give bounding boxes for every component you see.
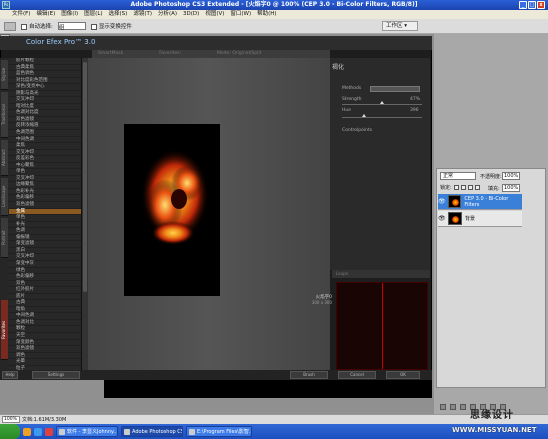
plugin-toolbar-item[interactable]: SmartMask <box>98 50 123 58</box>
opacity-label: 不透明度: <box>480 174 502 180</box>
menu-item[interactable]: 3D(D) <box>183 10 199 19</box>
loupe-divider <box>382 283 383 369</box>
link-layers-icon[interactable] <box>440 404 446 410</box>
show-transform-option[interactable]: 显示变换控件 <box>90 22 132 30</box>
menu-item[interactable]: 滤镜(T) <box>133 10 152 19</box>
opacity-input[interactable]: 100% <box>502 172 520 180</box>
tab-stylize[interactable]: Stylize <box>1 60 8 90</box>
auto-select-dropdown[interactable]: 组 <box>57 22 86 31</box>
category-tabs: Stylize Traditional Abstract Landscape Portr… <box>0 58 9 380</box>
plugin-toolbar-item[interactable]: Mode: Original/Split <box>217 50 261 58</box>
layer-name: 背景 <box>465 216 476 222</box>
brush-button[interactable]: Brush <box>290 371 328 379</box>
cancel-button[interactable]: Cancel <box>338 371 376 379</box>
loupe-header[interactable]: Loupe <box>332 270 430 278</box>
scrollbar-thumb[interactable] <box>83 62 87 292</box>
help-button[interactable]: Help <box>2 371 18 379</box>
menu-item[interactable]: 图层(L) <box>84 10 102 19</box>
lock-transparency-icon[interactable] <box>453 185 459 190</box>
visibility-eye-icon[interactable]: 👁 <box>438 215 446 222</box>
menu-bar: 文件(F) 编辑(E) 图像(I) 图层(L) 选择(S) 滤镜(T) 分析(A) 3D(D)… <box>0 10 548 19</box>
visibility-eye-icon[interactable]: 👁 <box>438 198 446 205</box>
filter-name: 褐化 <box>332 64 345 71</box>
canvas-shadow <box>104 380 432 398</box>
menu-item[interactable]: 文件(F) <box>12 10 30 19</box>
strength-value: 47% <box>410 97 421 102</box>
fill-input[interactable]: 100% <box>502 184 520 192</box>
menu-item[interactable]: 帮助(H) <box>257 10 276 19</box>
plugin-toolbar: SmartMask Favorites: Mode: Original/Split <box>92 50 330 58</box>
maximize-button[interactable]: □ <box>528 1 536 9</box>
taskbar-item[interactable]: E:\Program Files\影智... <box>186 426 252 437</box>
layer-thumbnail <box>448 195 462 208</box>
minimize-button[interactable]: _ <box>519 1 527 9</box>
taskbar-item[interactable]: 软件 - 李显义Johnny... <box>56 426 118 437</box>
method-label: Methods <box>342 86 362 91</box>
watermark-url: WWW.MISSYUAN.NET <box>452 426 537 434</box>
layer-mask-icon[interactable] <box>460 404 466 410</box>
hue-value: 396 <box>410 108 419 113</box>
loupe-view <box>336 282 428 370</box>
quicklaunch-icon[interactable] <box>45 427 53 436</box>
strength-slider[interactable] <box>342 104 422 105</box>
fire-text-image <box>125 125 219 295</box>
layer-name: CEP 3.0 - Bi-Color Filters <box>464 195 509 208</box>
taskbar-item[interactable]: Adobe Photoshop CS3... <box>121 426 183 437</box>
plugin-title: Color Efex Pro™ 3.0 <box>26 38 96 46</box>
lock-label: 锁定: <box>440 185 452 191</box>
tab-favorites[interactable]: Favorites <box>1 300 8 360</box>
quicklaunch-icon[interactable] <box>34 427 42 436</box>
hue-slider[interactable] <box>342 117 422 118</box>
workspace-dropdown[interactable]: 工作区 ▾ <box>382 21 418 31</box>
lock-controls: 锁定: <box>440 184 480 191</box>
menu-item[interactable]: 分析(A) <box>158 10 177 19</box>
document-size: 文档:1.61M/3.30M <box>22 417 67 423</box>
layer-row[interactable]: 👁 CEP 3.0 - Bi-Color Filters <box>438 194 522 210</box>
start-button[interactable] <box>0 424 20 439</box>
photoshop-logo-icon: Ps <box>2 1 10 9</box>
lock-pixels-icon[interactable] <box>460 185 466 190</box>
tab-portrait[interactable]: Portrait <box>1 218 8 258</box>
window-title: Adobe Photoshop CS3 Extended - [火焰字0 @ 1… <box>130 1 418 8</box>
menu-item[interactable]: 编辑(E) <box>36 10 55 19</box>
move-tool-icon[interactable] <box>4 21 16 31</box>
strength-slider-knob[interactable] <box>380 101 384 104</box>
settings-button[interactable]: Settings <box>32 371 80 379</box>
ok-button[interactable]: OK <box>386 371 420 379</box>
menu-item[interactable]: 图像(I) <box>61 10 78 19</box>
lock-all-icon[interactable] <box>474 185 480 190</box>
close-button[interactable]: x <box>537 1 545 9</box>
quicklaunch-icon[interactable] <box>23 427 31 436</box>
method-dropdown[interactable] <box>370 86 420 92</box>
window-title-bar: Adobe Photoshop CS3 Extended - [火焰字0 @ 1… <box>0 0 548 10</box>
watermark-title: 思缘设计 <box>470 410 514 421</box>
hue-label: Hue <box>342 108 352 113</box>
tab-landscape[interactable]: Landscape <box>1 178 8 216</box>
status-bar: 文档:1.61M/3.30M <box>0 414 548 424</box>
layer-thumbnail <box>448 212 462 225</box>
fill-label: 填充: <box>488 186 500 192</box>
control-points-label: Controlpoints <box>342 128 373 133</box>
strength-label: Strength <box>342 97 362 102</box>
menu-item[interactable]: 视图(V) <box>205 10 224 19</box>
tab-traditional[interactable]: Traditional <box>1 92 8 138</box>
options-bar: 自动选择: 组 显示变换控件 <box>0 19 548 34</box>
layer-style-icon[interactable] <box>450 404 456 410</box>
blend-mode-dropdown[interactable]: 正常 <box>440 172 476 180</box>
layer-row[interactable]: 👁 背景 <box>438 211 522 227</box>
menu-item[interactable]: 选择(S) <box>109 10 128 19</box>
menu-item[interactable]: 窗口(W) <box>230 10 251 19</box>
zoom-level[interactable]: 100% <box>2 416 20 423</box>
image-size: 300 x 300 <box>311 300 332 305</box>
tab-abstract[interactable]: Abstract <box>1 140 8 176</box>
auto-select-option[interactable]: 自动选择: <box>21 22 53 30</box>
lock-position-icon[interactable] <box>467 185 473 190</box>
preview-image[interactable] <box>124 124 220 296</box>
hue-slider-knob[interactable] <box>362 114 366 117</box>
filter-list: 胶片颗粒 古典柔焦 蓝色调色 对比度彩色范围 深色/变亮中心 阴影与高光 交叉冲印 暗对比度色… <box>9 58 82 370</box>
plugin-toolbar-item[interactable]: Favorites: <box>159 50 181 58</box>
